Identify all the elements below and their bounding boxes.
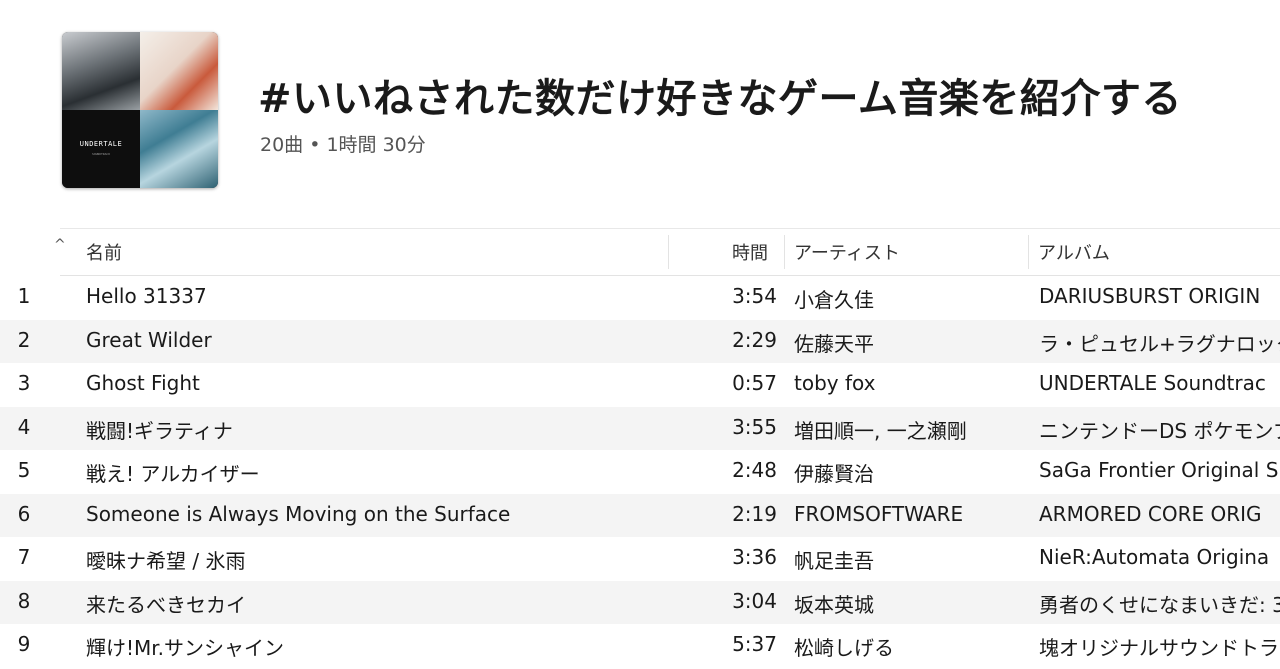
column-header-time[interactable]: 時間 (732, 239, 768, 265)
track-number: 5 (17, 458, 31, 482)
track-number: 6 (17, 501, 31, 526)
track-time: 3:54 (732, 284, 777, 308)
track-album[interactable]: ラ・ピュセル+ラグナロック オ (1039, 328, 1280, 357)
sort-ascending-icon[interactable]: ^ (54, 237, 66, 253)
track-artist[interactable]: FROMSOFTWARE (794, 502, 1020, 526)
track-time: 2:19 (732, 501, 777, 526)
table-row[interactable]: 1 Hello 31337 3:54 小倉久佳 DARIUSBURST ORIG… (0, 276, 1280, 320)
artwork-tile-3: UNDERTALE SOUNDTRACK (62, 110, 140, 188)
track-album[interactable]: ARMORED CORE ORIG (1039, 502, 1280, 526)
track-name: Hello 31337 (86, 284, 207, 308)
track-album[interactable]: SaGa Frontier Original S (1039, 458, 1280, 482)
table-row[interactable]: 9 輝け!Mr.サンシャイン 5:37 松崎しげる 塊オリジナルサウンドトラッ (0, 624, 1280, 668)
playlist-summary: 20曲 • 1時間 30分 (260, 134, 426, 156)
playlist-artwork[interactable]: UNDERTALE SOUNDTRACK (62, 32, 218, 188)
track-time: 3:55 (732, 414, 777, 439)
column-divider[interactable] (784, 235, 785, 269)
track-album[interactable]: 勇者のくせになまいきだ: 3 (1039, 589, 1280, 618)
track-table: ^ 名前 時間 アーティスト アルバム 1 Hello 31337 3:54 小… (0, 228, 1280, 668)
track-name: Someone is Always Moving on the Surface (86, 501, 511, 526)
track-name: 曖昧ナ希望 / 氷雨 (86, 549, 246, 573)
playlist-title: #いいねされた数だけ好きなゲーム音楽を紹介する (258, 76, 1182, 122)
track-name: 戦闘!ギラティナ (86, 418, 233, 443)
artwork-tile-sublabel: SOUNDTRACK (91, 152, 111, 156)
table-row[interactable]: 8 来たるべきセカイ 3:04 坂本英城 勇者のくせになまいきだ: 3 (0, 580, 1280, 624)
table-header: ^ 名前 時間 アーティスト アルバム (54, 228, 1280, 276)
track-album[interactable]: NieR:Automata Origina (1039, 545, 1280, 569)
table-row[interactable]: 6 Someone is Always Moving on the Surfac… (0, 493, 1280, 537)
track-time: 2:48 (732, 458, 777, 482)
track-number: 7 (17, 545, 31, 569)
track-name: Ghost Fight (86, 371, 200, 395)
track-artist[interactable]: 佐藤天平 (794, 328, 1020, 357)
track-name: 戦え! アルカイザー (86, 462, 260, 486)
column-header-artist[interactable]: アーティスト (794, 239, 900, 265)
track-name: Great Wilder (86, 327, 212, 352)
column-divider[interactable] (668, 235, 669, 269)
column-divider[interactable] (1028, 235, 1029, 269)
track-album[interactable]: DARIUSBURST ORIGIN (1039, 284, 1280, 308)
track-album[interactable]: ニンテンドーDS ポケモンプ (1039, 415, 1280, 444)
track-artist[interactable]: 小倉久佳 (794, 284, 1020, 313)
column-header-name[interactable]: 名前 (86, 239, 122, 265)
track-album[interactable]: UNDERTALE Soundtrac (1039, 371, 1280, 395)
table-row[interactable]: 4 戦闘!ギラティナ 3:55 増田順一, 一之瀬剛 ニンテンドーDS ポケモン… (0, 406, 1280, 450)
table-row[interactable]: 7 曖昧ナ希望 / 氷雨 3:36 帆足圭吾 NieR:Automata Ori… (0, 537, 1280, 581)
track-time: 2:29 (732, 327, 777, 352)
track-number: 1 (17, 284, 31, 308)
track-artist[interactable]: toby fox (794, 371, 1020, 395)
track-number: 2 (17, 327, 31, 352)
table-row[interactable]: 3 Ghost Fight 0:57 toby fox UNDERTALE So… (0, 363, 1280, 407)
track-number: 3 (17, 371, 31, 395)
track-artist[interactable]: 坂本英城 (794, 589, 1020, 618)
playlist-page: UNDERTALE SOUNDTRACK #いいねされた数だけ好きなゲーム音楽を… (0, 0, 1280, 669)
track-name: 来たるべきセカイ (86, 592, 246, 617)
track-time: 3:04 (732, 588, 777, 613)
track-number: 9 (17, 632, 31, 656)
column-header-album[interactable]: アルバム (1038, 239, 1110, 265)
track-time: 0:57 (732, 371, 777, 395)
table-row[interactable]: 5 戦え! アルカイザー 2:48 伊藤賢治 SaGa Frontier Ori… (0, 450, 1280, 494)
track-artist[interactable]: 松崎しげる (794, 632, 1020, 661)
track-name: 輝け!Mr.サンシャイン (86, 636, 285, 660)
artwork-tile-label: UNDERTALE (79, 140, 123, 148)
track-number: 4 (17, 414, 31, 439)
track-time: 5:37 (732, 632, 777, 656)
track-album[interactable]: 塊オリジナルサウンドトラッ (1039, 632, 1280, 661)
track-artist[interactable]: 帆足圭吾 (794, 545, 1020, 574)
track-number: 8 (17, 588, 31, 613)
track-time: 3:36 (732, 545, 777, 569)
playlist-header: UNDERTALE SOUNDTRACK #いいねされた数だけ好きなゲーム音楽を… (0, 0, 1280, 230)
table-row[interactable]: 2 Great Wilder 2:29 佐藤天平 ラ・ピュセル+ラグナロック オ (0, 319, 1280, 363)
track-artist[interactable]: 伊藤賢治 (794, 458, 1020, 487)
artwork-tile-4 (140, 110, 218, 188)
track-artist[interactable]: 増田順一, 一之瀬剛 (794, 415, 1020, 444)
artwork-tile-2 (140, 32, 218, 110)
artwork-tile-1 (62, 32, 140, 110)
